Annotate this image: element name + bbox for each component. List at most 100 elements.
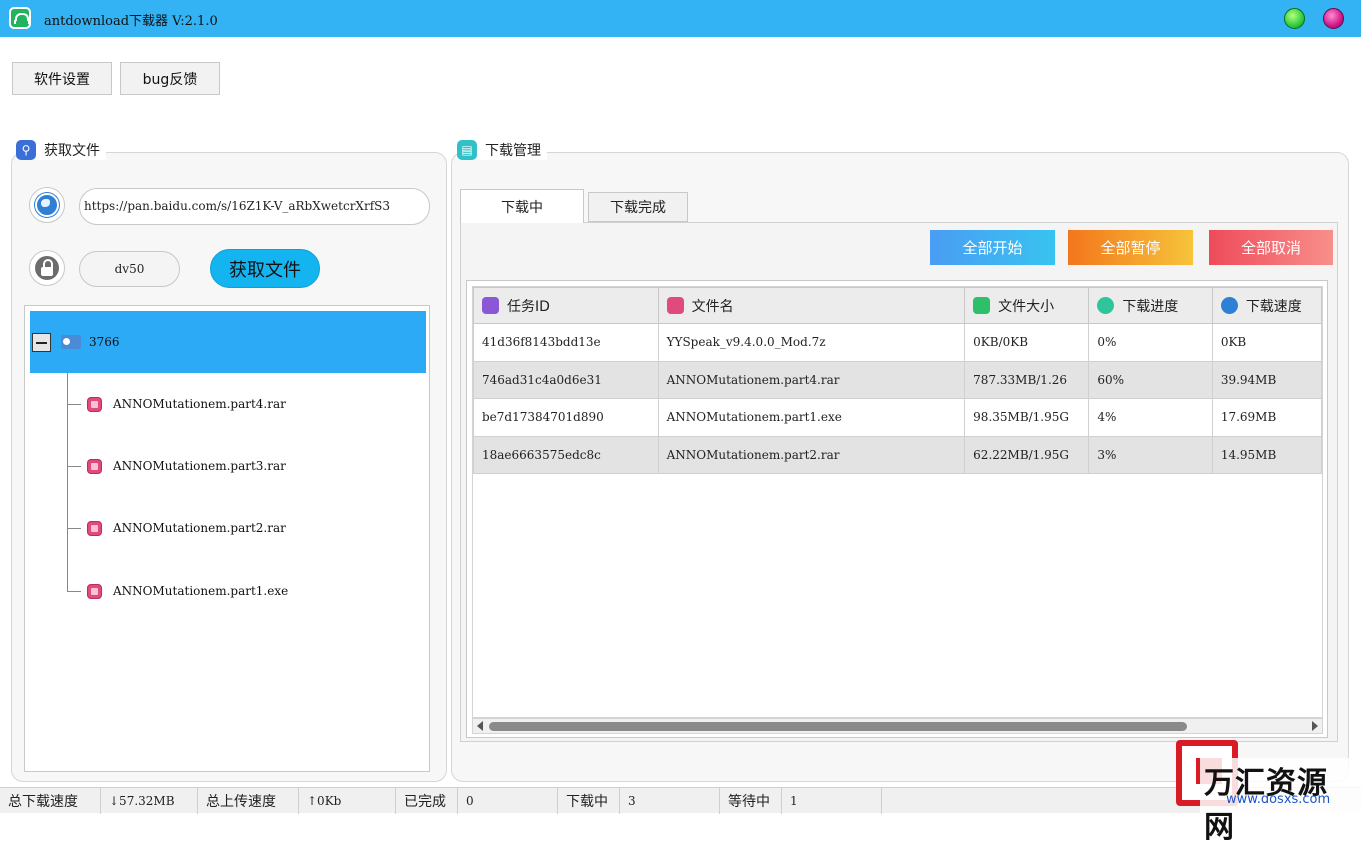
total-download-speed-label: 总下载速度 [0,788,101,814]
file-tree[interactable]: 3766 ANNOMutationem.part4.rar ANNOMutati… [24,305,430,772]
tree-file-label: ANNOMutationem.part4.rar [113,397,286,411]
cell-speed: 0KB [1211,323,1322,362]
extract-code-input[interactable]: dv50 [79,251,180,287]
tree-connector [67,527,81,529]
column-label: 文件大小 [998,298,1055,315]
size-icon [973,297,991,314]
scrollbar-thumb[interactable] [489,722,1187,731]
download-table: 任务ID 文件名 文件大小 下载进度 下载速度 41d36f8143bdd13e… [473,287,1322,474]
horizontal-scrollbar[interactable] [472,718,1323,734]
downloading-label: 下载中 [558,788,620,814]
folder-icon [61,335,81,349]
edit-icon [482,297,499,314]
lock-icon [35,256,59,280]
tree-file-item[interactable]: ANNOMutationem.part1.exe [67,581,288,601]
cell-file-size: 787.33MB/1.26 [964,360,1090,399]
total-upload-speed-label: 总上传速度 [198,788,299,814]
tab-downloading[interactable]: 下载中 [460,189,584,223]
waiting-label: 等待中 [720,788,782,814]
tree-file-label: ANNOMutationem.part2.rar [113,521,286,535]
downloading-count: 3 [620,788,720,814]
tab-completed[interactable]: 下载完成 [588,192,688,222]
scroll-right-arrow-icon[interactable] [1312,721,1318,731]
column-header-file-size[interactable]: 文件大小 [964,287,1090,324]
cell-progress: 4% [1088,398,1213,437]
cell-task-id: be7d17384701d890 [473,398,659,437]
column-header-file-name[interactable]: 文件名 [657,287,966,324]
cell-file-name: ANNOMutationem.part4.rar [657,360,966,399]
cell-file-name: ANNOMutationem.part2.rar [657,435,966,474]
cell-progress: 0% [1088,323,1213,362]
total-upload-speed-value: ↑0Kb [299,788,396,814]
column-label: 文件名 [691,298,734,315]
cell-file-size: 0KB/0KB [964,323,1090,362]
tree-root-node[interactable]: 3766 [30,311,426,373]
tree-connector [67,465,81,467]
tree-file-item[interactable]: ANNOMutationem.part4.rar [67,394,286,414]
cell-progress: 60% [1088,360,1213,399]
minimize-button[interactable] [1284,8,1305,29]
file-icon [87,396,102,412]
file-icon [666,297,684,314]
start-all-button[interactable]: 全部开始 [930,230,1055,265]
cell-file-name: ANNOMutationem.part1.exe [657,398,966,437]
tree-file-item[interactable]: ANNOMutationem.part2.rar [67,518,286,538]
download-manager-title-label: 下载管理 [485,143,541,159]
clipboard-icon: ▤ [457,140,477,160]
column-label: 下载速度 [1245,298,1302,315]
completed-count: 0 [458,788,558,814]
column-header-speed[interactable]: 下载速度 [1211,287,1322,324]
collapse-icon[interactable] [32,332,51,352]
app-logo-icon [9,7,31,29]
cell-speed: 39.94MB [1211,360,1322,399]
download-table-viewport[interactable]: 任务ID 文件名 文件大小 下载进度 下载速度 41d36f8143bdd13e… [472,286,1323,718]
completed-label: 已完成 [396,788,458,814]
tree-connector [67,590,81,592]
download-table-container: 任务ID 文件名 文件大小 下载进度 下载速度 41d36f8143bdd13e… [466,280,1328,738]
table-row[interactable]: 41d36f8143bdd13e YYSpeak_v9.4.0.0_Mod.7z… [473,323,1322,362]
cell-task-id: 18ae6663575edc8c [473,435,659,474]
tree-file-label: ANNOMutationem.part3.rar [113,459,286,473]
cell-file-size: 62.22MB/1.95G [964,435,1090,474]
tree-root-label: 3766 [89,335,120,349]
share-url-input[interactable]: https://pan.baidu.com/s/16Z1K-V_aRbXwetc… [79,188,430,225]
column-label: 下载进度 [1122,298,1179,315]
speed-icon [1220,297,1238,314]
file-icon [87,583,102,599]
fetch-files-button[interactable]: 获取文件 [210,249,320,288]
table-row[interactable]: be7d17384701d890 ANNOMutationem.part1.ex… [473,398,1322,437]
settings-button[interactable]: 软件设置 [12,62,112,95]
tree-connector [67,403,81,405]
link-globe-icon-wrap [29,187,65,223]
tree-file-item[interactable]: ANNOMutationem.part3.rar [67,456,286,476]
fetch-files-title-label: 获取文件 [44,143,100,159]
file-icon [87,520,102,536]
close-button[interactable] [1323,8,1344,29]
search-icon: ⚲ [16,140,36,160]
file-icon [87,458,102,474]
cell-speed: 17.69MB [1211,398,1322,437]
column-label: 任务ID [507,298,550,315]
download-manager-panel-title: ▤ 下载管理 [457,140,547,160]
column-header-progress[interactable]: 下载进度 [1088,287,1213,324]
bug-report-button[interactable]: bug反馈 [120,62,220,95]
extract-code-lock-wrap [29,250,65,286]
watermark: 万汇资源网 www.dosxs.com [1170,740,1361,846]
cell-file-size: 98.35MB/1.95G [964,398,1090,437]
globe-icon [35,193,59,217]
cell-task-id: 41d36f8143bdd13e [473,323,659,362]
cell-speed: 14.95MB [1211,435,1322,474]
pause-all-button[interactable]: 全部暂停 [1068,230,1193,265]
tree-file-label: ANNOMutationem.part1.exe [113,584,289,598]
window-title: antdownload下载器 V:2.1.0 [44,14,218,29]
check-icon [1097,297,1115,314]
waiting-count: 1 [782,788,882,814]
column-header-task-id[interactable]: 任务ID [473,287,659,324]
cancel-all-button[interactable]: 全部取消 [1209,230,1333,265]
fetch-files-panel-title: ⚲ 获取文件 [16,140,106,160]
cell-task-id: 746ad31c4a0d6e31 [473,360,659,399]
scroll-left-arrow-icon[interactable] [477,721,483,731]
table-row[interactable]: 18ae6663575edc8c ANNOMutationem.part2.ra… [473,435,1322,474]
table-header-row: 任务ID 文件名 文件大小 下载进度 下载速度 [473,287,1322,324]
table-row[interactable]: 746ad31c4a0d6e31 ANNOMutationem.part4.ra… [473,360,1322,399]
